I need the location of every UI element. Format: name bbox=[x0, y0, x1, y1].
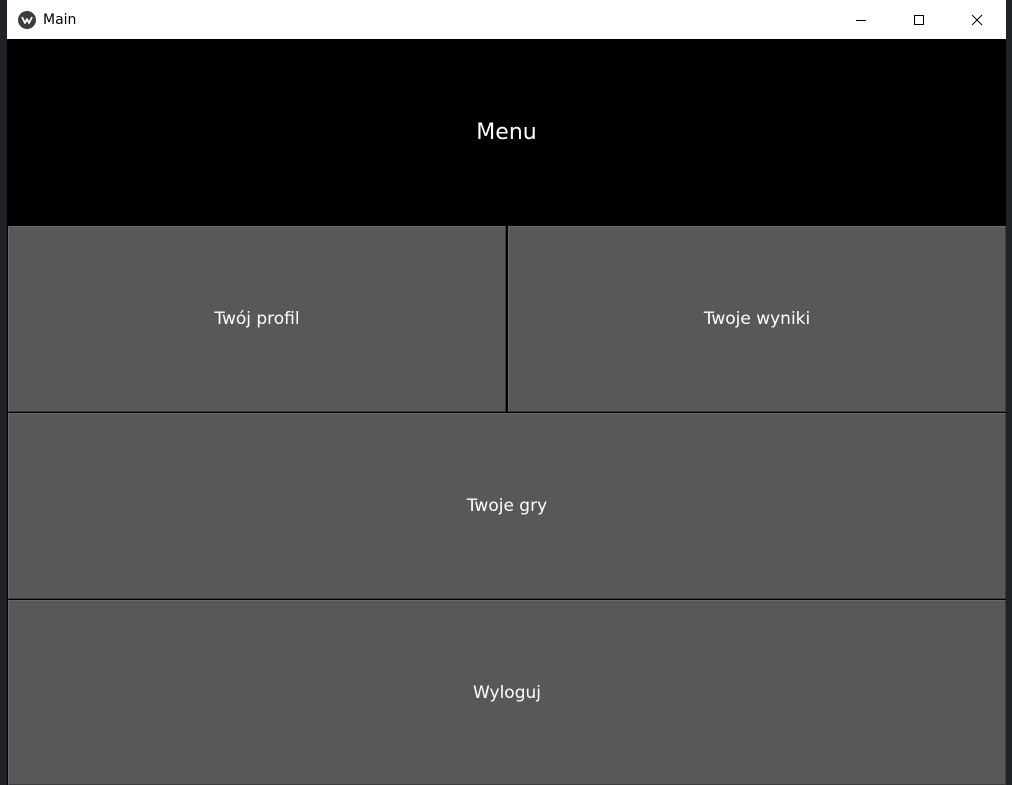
maximize-icon bbox=[913, 14, 925, 26]
app-window: Main Menu Twój profil Twoje wyniki Twoje… bbox=[7, 0, 1006, 785]
kivy-logo-icon bbox=[18, 10, 36, 29]
minimize-icon bbox=[855, 14, 867, 26]
window-title: Main bbox=[43, 11, 77, 28]
window-controls bbox=[832, 0, 1006, 39]
close-icon bbox=[971, 14, 983, 26]
menu-header: Menu bbox=[7, 39, 1006, 225]
desktop-background-left bbox=[0, 0, 7, 785]
games-button[interactable]: Twoje gry bbox=[8, 413, 1006, 599]
close-button[interactable] bbox=[948, 0, 1006, 39]
desktop-background-right bbox=[1006, 0, 1012, 785]
minimize-button[interactable] bbox=[832, 0, 890, 39]
page-title: Menu bbox=[476, 119, 537, 145]
logout-button[interactable]: Wyloguj bbox=[8, 600, 1006, 785]
results-button-label: Twoje wyniki bbox=[703, 309, 811, 329]
profile-button-label: Twój profil bbox=[214, 309, 300, 329]
window-titlebar[interactable]: Main bbox=[7, 0, 1006, 39]
profile-button[interactable]: Twój profil bbox=[8, 226, 506, 412]
results-button[interactable]: Twoje wyniki bbox=[508, 226, 1006, 412]
logout-button-label: Wyloguj bbox=[473, 682, 541, 703]
maximize-button[interactable] bbox=[890, 0, 948, 39]
games-button-label: Twoje gry bbox=[466, 496, 548, 516]
